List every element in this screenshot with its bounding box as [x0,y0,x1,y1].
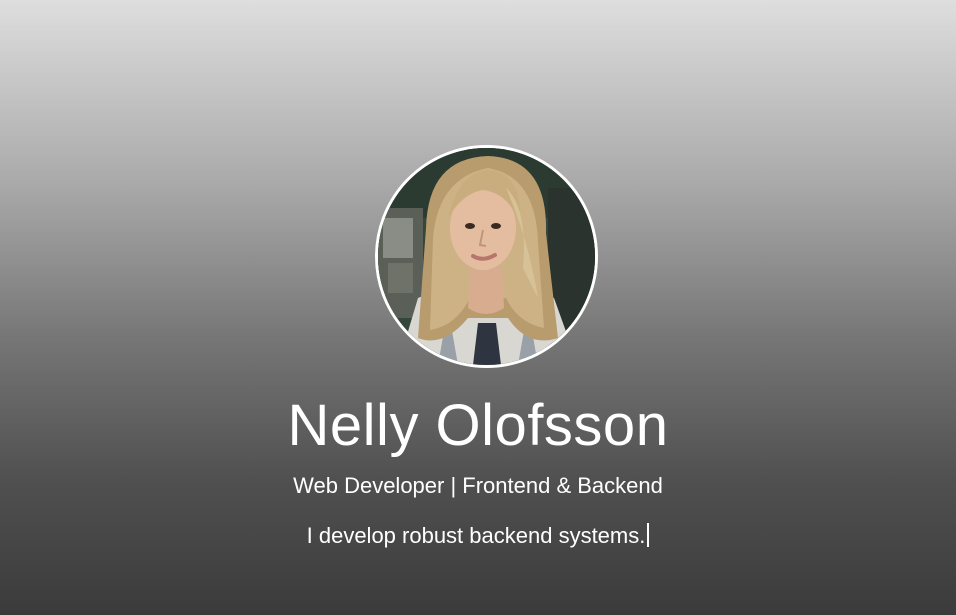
profile-role: Web Developer | Frontend & Backend [293,473,663,498]
hero-section: Nelly Olofsson Web Developer | Frontend … [0,0,956,615]
typing-caret [647,523,650,547]
profile-tagline-typing: I develop robust backend systems. [0,520,956,552]
profile-name: Nelly Olofsson [287,393,669,458]
tagline-text: I develop robust backend systems. [306,523,646,548]
profile-avatar [375,145,598,368]
profile-photo [378,148,595,365]
